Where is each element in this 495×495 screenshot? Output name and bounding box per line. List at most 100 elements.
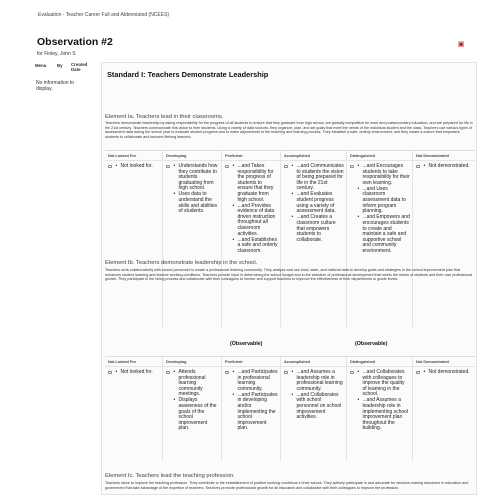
descriptor-item: • Attends professional learning community…: [174, 369, 220, 398]
descriptor-item: • ...and Evaluates student progress using…: [292, 192, 345, 214]
descriptor-text: ...and Uses classroom assessment data to…: [362, 185, 406, 215]
rubric-column-header: Not Demonstrated: [413, 151, 475, 161]
observable-label: (Observable): [355, 341, 388, 347]
app-title: Evaluation - Teacher Career Full and Abb…: [38, 12, 170, 18]
rubric-column-header: Not Demonstrated: [413, 357, 475, 367]
rubric-cell[interactable]: • Not demonstrated.: [413, 161, 475, 170]
element-description: Teachers work collaboratively with schoo…: [105, 268, 473, 281]
rubric-column: Developing • Attends professional learning…: [163, 357, 222, 461]
rubric-cell[interactable]: • Understands how they contribute to stud…: [163, 161, 221, 215]
rubric-column-header: Accomplished: [281, 357, 346, 367]
descriptor-text: Not demonstrated.: [428, 163, 470, 169]
rubric-column-header: Proficient: [222, 151, 280, 161]
descriptor-item: • ...and Assumes a leadership role in imp…: [358, 398, 411, 432]
rubric-column-header: Accomplished: [281, 151, 346, 161]
pdf-icon[interactable]: ▣: [457, 40, 465, 49]
descriptor-text: Not looked for.: [120, 163, 153, 169]
menu-column-header[interactable]: Menu: [35, 63, 51, 73]
descriptor-text: ...and Collaborates with colleagues to i…: [362, 369, 405, 398]
rubric-column: Proficient • ...and Participates in profes…: [222, 357, 281, 461]
element-description: Teachers strive to improve the teaching …: [105, 481, 469, 490]
rating-checkbox[interactable]: [166, 370, 170, 374]
rating-checkbox[interactable]: [108, 164, 112, 168]
rubric-column-header: Proficient: [222, 357, 280, 367]
element-description: Teachers demonstrate leadership by takin…: [105, 121, 473, 139]
element-title: Element Ic. Teachers lead the teaching p…: [105, 473, 235, 479]
rubric-cell[interactable]: • ...and Takes responsibility for the pro…: [222, 161, 280, 255]
descriptor-item: • ...and Communicates to students the vis…: [292, 163, 345, 192]
descriptor-list: • Understands how they contribute to stud…: [174, 163, 220, 215]
by-column-header[interactable]: By: [57, 63, 65, 73]
descriptor-item: • ...and Participates in developing and/o…: [233, 391, 279, 432]
descriptor-item: • ...and Takes responsibility for the pro…: [233, 163, 279, 203]
rubric-cell[interactable]: • Attends professional learning community…: [163, 367, 221, 433]
rubric-column: Not Demonstrated • Not demonstrated.: [413, 151, 475, 327]
sidebar: Menu By Created Date No information to d…: [33, 62, 97, 91]
descriptor-text: ...and Creates a classroom culture that …: [296, 214, 336, 243]
descriptor-item: • ...and Assumes a leadership role in pro…: [292, 369, 345, 392]
descriptor-item: • ...and Provides evidence of data driven…: [233, 202, 279, 238]
rating-checkbox[interactable]: [416, 164, 420, 168]
rating-checkbox[interactable]: [284, 370, 288, 374]
rubric-cell[interactable]: • Not looked for.: [105, 367, 162, 376]
descriptor-list: • ...and Communicates to students the vis…: [292, 163, 345, 244]
descriptor-item: • Uses data to understand the skills and …: [174, 192, 220, 214]
rating-checkbox[interactable]: [108, 370, 112, 374]
rating-checkbox[interactable]: [350, 370, 354, 374]
rubric-cell[interactable]: • ...and Encourages students to take resp…: [347, 161, 412, 255]
descriptor-item: • ...and Encourages students to take resp…: [358, 163, 411, 186]
descriptor-item: • Not looked for.: [116, 163, 153, 170]
sidebar-header: Menu By Created Date: [33, 62, 97, 73]
descriptor-text: ...and Participates in developing and/or…: [237, 391, 278, 432]
rubric-cell[interactable]: • ...and Collaborates with colleagues to …: [347, 367, 412, 433]
descriptor-item: • Displays awareness of the goals of the …: [174, 398, 220, 432]
rubric-column: Distinguished • ...and Encourages students…: [347, 151, 413, 347]
rubric-column: Not Demonstrated • Not demonstrated.: [413, 357, 475, 461]
rating-checkbox[interactable]: [225, 164, 229, 168]
descriptor-list: • ...and Assumes a leadership role in pro…: [292, 369, 345, 421]
descriptor-text: ...and Communicates to students the visi…: [296, 163, 344, 192]
created-date-column-header[interactable]: Created Date: [71, 62, 91, 73]
descriptor-text: ...and Evaluates student progress using …: [296, 191, 336, 215]
descriptor-text: ...and Empowers and encourages students …: [362, 214, 410, 254]
descriptor-item: • Not looked for.: [116, 369, 153, 376]
descriptor-text: ...and Collaborates with school personne…: [296, 391, 342, 421]
rubric-cell[interactable]: • Not demonstrated.: [413, 367, 475, 376]
descriptor-text: Not demonstrated.: [428, 369, 470, 375]
rating-checkbox[interactable]: [166, 164, 170, 168]
standard-panel: Standard I: Teachers Demonstrate Leaders…: [101, 62, 477, 495]
rubric-grid: Not Looked For • Not looked for. Developing…: [105, 150, 475, 347]
rubric-column: Developing • Understands how they contribu…: [163, 151, 222, 327]
descriptor-list: • ...and Takes responsibility for the pro…: [233, 163, 279, 255]
descriptor-item: • Not demonstrated.: [424, 163, 470, 170]
descriptor-list: • Not demonstrated.: [424, 369, 470, 376]
rating-checkbox[interactable]: [416, 370, 420, 374]
rubric-column: Proficient • ...and Takes responsibility f…: [222, 151, 281, 347]
element-title: Element Ia. Teachers lead in their class…: [105, 114, 224, 120]
descriptor-text: ...and Assumes a leadership role in prof…: [296, 369, 343, 392]
descriptor-item: • ...and Empowers and encourages students…: [358, 215, 411, 254]
rubric-cell[interactable]: • ...and Communicates to students the vis…: [281, 161, 346, 244]
rubric-cell[interactable]: • ...and Participates in professional lea…: [222, 367, 280, 433]
rubric-column-header: Not Looked For: [105, 357, 162, 367]
rubric-cell[interactable]: • Not looked for.: [105, 161, 162, 170]
element-title: Element Ib. Teachers demonstrate leaders…: [105, 260, 258, 266]
descriptor-list: • ...and Encourages students to take resp…: [358, 163, 411, 255]
descriptor-list: • ...and Collaborates with colleagues to …: [358, 369, 411, 433]
descriptor-item: • Not demonstrated.: [424, 369, 470, 376]
descriptor-text: Displays awareness of the goals of the s…: [178, 397, 217, 432]
descriptor-text: ...and Participates in professional lear…: [237, 369, 278, 392]
rating-checkbox[interactable]: [225, 370, 229, 374]
rating-checkbox[interactable]: [350, 164, 354, 168]
descriptor-text: ...and Provides evidence of data driven …: [237, 202, 276, 237]
descriptor-item: • Understands how they contribute to stud…: [174, 163, 220, 192]
descriptor-text: ...and Encourages students to take respo…: [362, 163, 410, 186]
descriptor-list: • Not looked for.: [116, 369, 153, 376]
rubric-cell[interactable]: • ...and Assumes a leadership role in pro…: [281, 367, 346, 421]
descriptor-text: ...and Assumes a leadership role in impl…: [362, 397, 409, 432]
descriptor-item: • ...and Uses classroom assessment data t…: [358, 185, 411, 215]
descriptor-text: Not looked for.: [120, 369, 153, 375]
descriptor-text: Understands how they contribute to stude…: [178, 163, 218, 192]
top-bar: Evaluation - Teacher Career Full and Abb…: [0, 0, 495, 22]
rating-checkbox[interactable]: [284, 164, 288, 168]
